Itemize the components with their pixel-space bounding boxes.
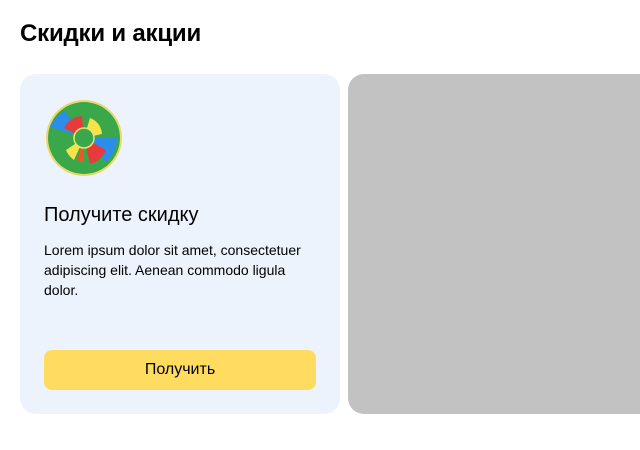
promo-heading: Получите скидку	[44, 204, 199, 226]
get-discount-button[interactable]: Получить	[44, 350, 316, 390]
placeholder-card[interactable]	[348, 74, 640, 414]
promo-description: Lorem ipsum dolor sit amet, consectetuer…	[44, 242, 301, 298]
discount-wheel-icon	[46, 100, 122, 176]
promo-carousel[interactable]: Получите скидку Lorem ipsum dolor sit am…	[20, 74, 640, 414]
promo-card[interactable]: Получите скидку Lorem ipsum dolor sit am…	[20, 74, 340, 414]
discounts-page: Скидки и акции Получите скидку Lorem ips…	[0, 0, 640, 450]
section-title: Скидки и акции	[20, 20, 202, 47]
